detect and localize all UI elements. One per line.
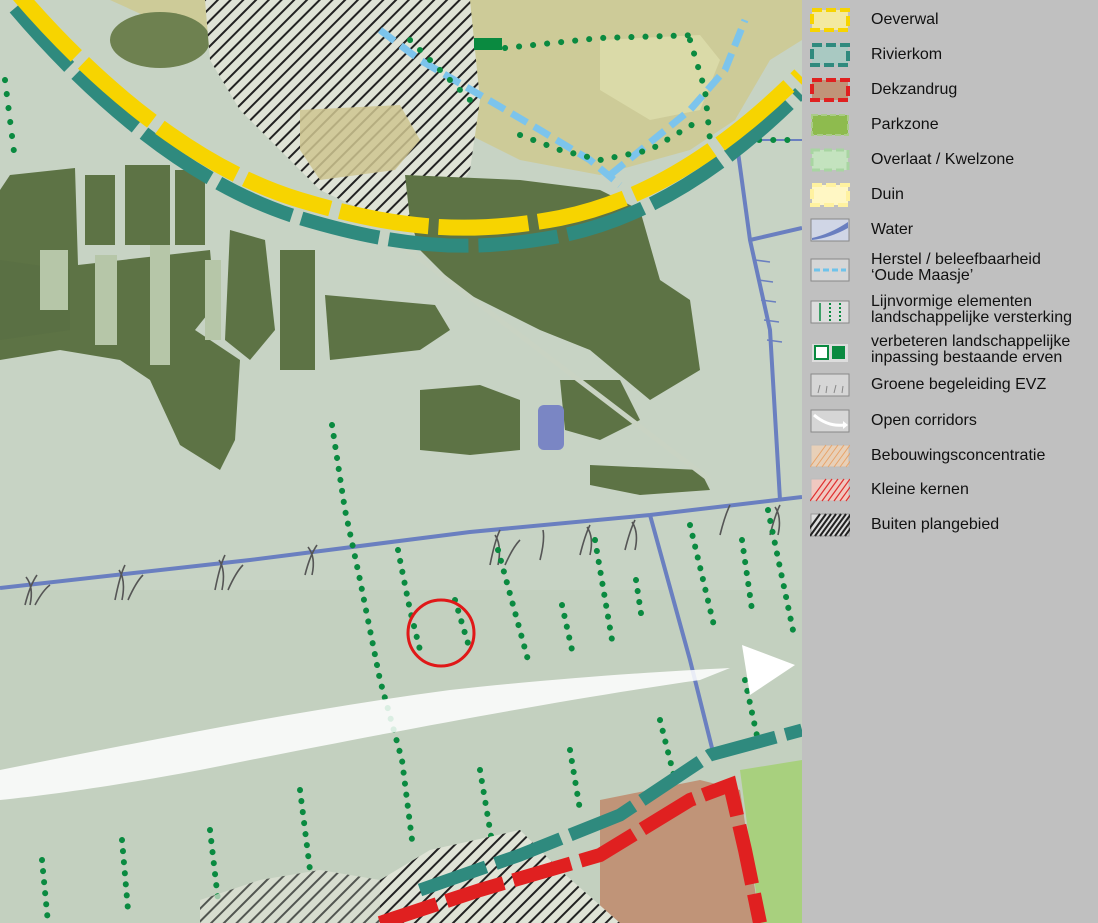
filled-rect-green-icon (810, 113, 850, 137)
legend-label-line: Water (871, 221, 914, 238)
dashed-rect-lightgreen-icon (810, 148, 850, 172)
legend-label-line: Dekzandrug (871, 81, 958, 98)
legend-label: Kleine kernen (871, 482, 969, 498)
legend-label-line: Overlaat / Kwelzone (871, 151, 1015, 168)
legend-label: Dekzandrug (871, 82, 957, 98)
legend-label: Rivierkom (871, 47, 942, 63)
legend-label: Lijnvormige elementen landschappelijke ve… (871, 294, 1072, 326)
legend-label: Groene begeleiding EVZ (871, 377, 1046, 393)
dashed-blue-line-icon (810, 258, 850, 282)
map[interactable] (0, 0, 802, 923)
legend: Oeverwal Rivierkom Dekzandrug Parkzone Overl… (802, 0, 1098, 923)
farmyard-marker (474, 38, 502, 50)
dotted-green-lines-icon (810, 300, 850, 324)
legend-label-line: Open corridors (871, 412, 977, 429)
legend-label-line: Oeverwal (871, 11, 939, 28)
legend-label-line: Groene begeleiding EVZ (871, 376, 1047, 393)
dashed-rect-paleyellow-icon (810, 183, 850, 207)
legend-label-line: Kleine kernen (871, 481, 969, 498)
green-squares-icon (810, 340, 850, 364)
legend-label-line: verbeteren landschappelijke (871, 333, 1071, 350)
legend-label: Oeverwal (871, 12, 939, 28)
legend-label: verbeteren landschappelijke inpassing bes… (871, 334, 1070, 366)
legend-label-line: Buiten plangebied (871, 516, 1000, 533)
legend-label: Bebouwingsconcentratie (871, 448, 1045, 464)
legend-label-line: Lijnvormige elementen (871, 293, 1032, 310)
legend-label: Buiten plangebied (871, 517, 999, 533)
legend-label: Herstel / beleefbaarheid ‘Oude Maasje’ (871, 252, 1041, 284)
map-canvas (0, 0, 802, 923)
dark-field (110, 12, 210, 68)
hatch-black-icon (810, 513, 850, 537)
legend-label-line: Bebouwingsconcentratie (871, 447, 1046, 464)
legend-label: Water (871, 222, 913, 238)
legend-label-line: Herstel / beleefbaarheid (871, 251, 1041, 268)
legend-label-line: landschappelijke versterking (871, 309, 1072, 326)
legend-label: Duin (871, 187, 904, 203)
legend-label-line: Duin (871, 186, 904, 203)
dark-green-field (420, 385, 520, 455)
hatch-orange-icon (810, 444, 850, 468)
legend-label-line: Parkzone (871, 116, 939, 133)
dashed-rect-red-brown-icon (810, 78, 850, 102)
dashed-rect-teal-icon (810, 43, 850, 67)
water-curve-icon (810, 218, 850, 242)
legend-label: Parkzone (871, 117, 939, 133)
grass-tufts-icon (810, 373, 850, 397)
legend-label: Overlaat / Kwelzone (871, 152, 1014, 168)
pond (538, 405, 564, 450)
hatch-red-icon (810, 478, 850, 502)
legend-label-line: inpassing bestaande erven (871, 349, 1063, 366)
legend-label: Open corridors (871, 413, 977, 429)
legend-label-line: Rivierkom (871, 46, 943, 63)
white-arrow-icon (810, 409, 850, 433)
legend-label-line: ‘Oude Maasje’ (871, 267, 974, 284)
dashed-rect-yellow-icon (810, 8, 850, 32)
